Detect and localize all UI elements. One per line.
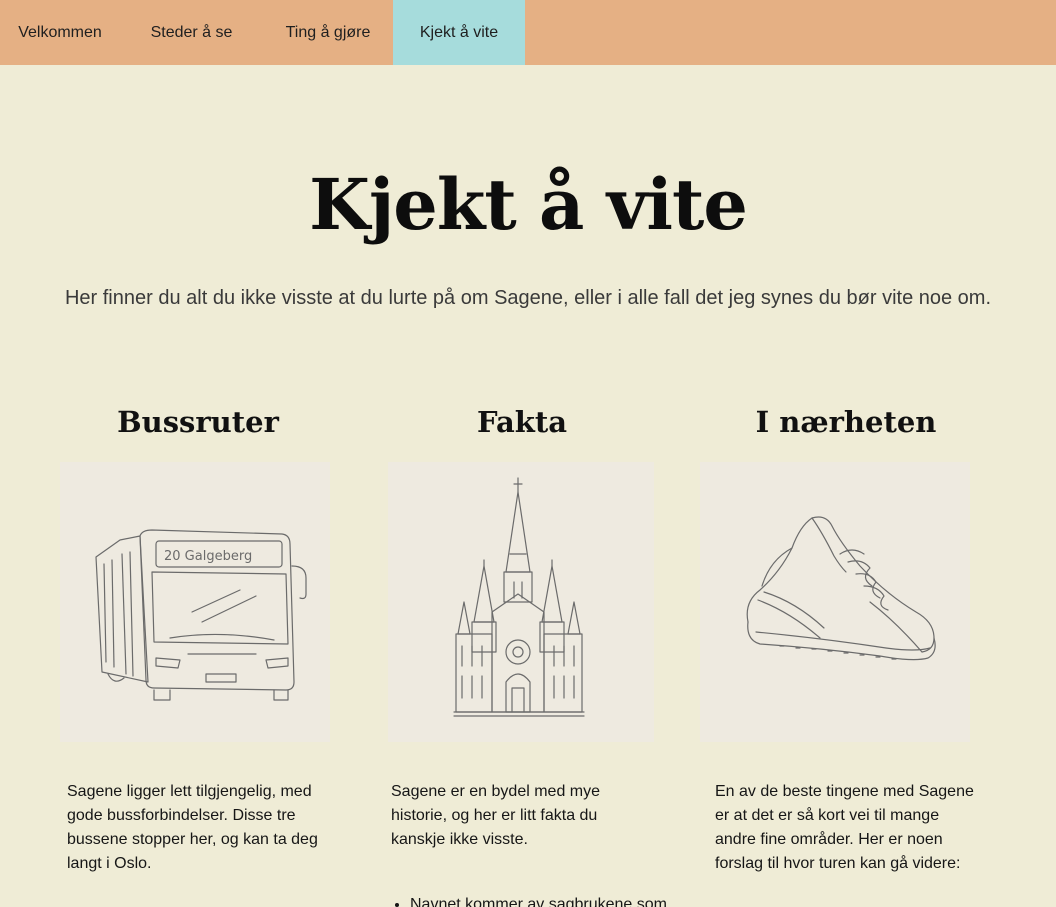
top-nav: Velkommen Steder å se Ting å gjøre Kjekt… — [0, 0, 1056, 65]
section-i-naerheten: I nærheten En av de beste tingene med Sa… — [700, 400, 976, 872]
bussruter-text: Sagene ligger lett tilgjengelig, med god… — [67, 783, 318, 872]
section-bussruter: Bussruter 20 Galgeberg Sagene ligger let… — [60, 400, 330, 872]
fakta-list: Navnet kommer av sagbrukene som lå — [392, 893, 672, 907]
nav-item-velkommen[interactable]: Velkommen — [0, 0, 120, 65]
fakta-text: Sagene er en bydel med mye historie, og … — [391, 783, 601, 848]
nav-item-ting-a-gjore[interactable]: Ting å gjøre — [263, 0, 393, 65]
nav-item-steder-a-se[interactable]: Steder å se — [120, 0, 263, 65]
bus-illustration: 20 Galgeberg — [60, 462, 330, 742]
fakta-list-item: Navnet kommer av sagbrukene som lå — [410, 893, 672, 907]
sneaker-illustration — [700, 462, 970, 742]
section-fakta: Fakta Sagene er en bydel med mye histori… — [388, 400, 667, 907]
page-title: Kjekt å vite — [309, 163, 748, 246]
i-naerheten-text: En av de beste tingene med Sagene er at … — [715, 783, 974, 872]
section-title-bussruter: Bussruter — [117, 405, 279, 439]
nav-item-kjekt-a-vite[interactable]: Kjekt å vite — [393, 0, 525, 65]
section-title-i-naerheten: I nærheten — [755, 405, 937, 439]
church-illustration — [388, 462, 654, 742]
section-title-fakta: Fakta — [476, 405, 568, 439]
bus-sign-text: 20 Galgeberg — [164, 549, 252, 564]
intro-text: Her finner du alt du ikke visste at du l… — [64, 287, 992, 309]
